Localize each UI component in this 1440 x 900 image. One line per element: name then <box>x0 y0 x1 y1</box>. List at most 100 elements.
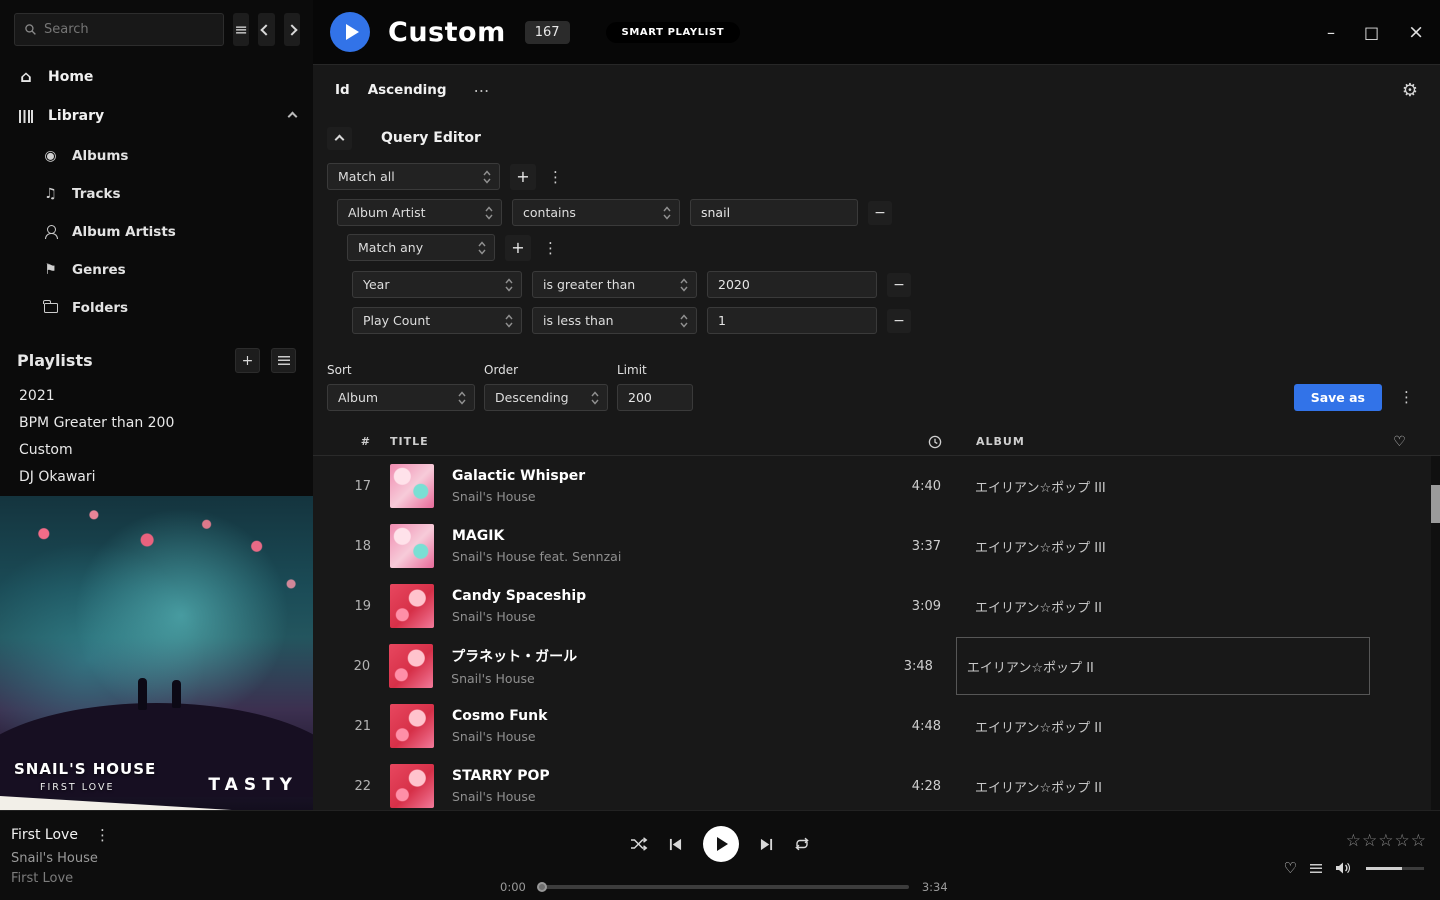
track-row-19[interactable]: 19 Candy SpaceshipSnail's House 3:09 エイリ… <box>313 576 1440 636</box>
column-title[interactable]: TITLE <box>390 435 903 448</box>
rule2-operator-select[interactable]: is greater than <box>532 271 697 298</box>
rule3-field-select[interactable]: Play Count <box>352 307 522 334</box>
column-index[interactable]: # <box>313 435 371 448</box>
track-row-20[interactable]: 20 プラネット・ガールSnail's House 3:48 エイリアン☆ポップ… <box>313 636 1440 696</box>
select-updown-icon <box>663 206 671 220</box>
previous-button[interactable] <box>669 838 682 851</box>
playlist-item-custom[interactable]: Custom <box>0 436 313 463</box>
star-icon[interactable]: ☆ <box>1411 831 1426 851</box>
collapse-library-icon[interactable] <box>288 111 298 121</box>
remove-rule3-button[interactable]: − <box>887 309 911 333</box>
sidebar-item-folders[interactable]: Folders <box>0 289 313 327</box>
scrollbar[interactable] <box>1431 456 1440 810</box>
play-pause-button[interactable] <box>703 826 739 862</box>
track-row-22[interactable]: 22 STARRY POPSnail's House 4:28 エイリアン☆ポッ… <box>313 756 1440 810</box>
add-rule-button[interactable]: + <box>510 164 536 190</box>
sort-field[interactable]: Id <box>335 82 350 98</box>
back-button[interactable] <box>258 13 274 46</box>
now-playing-cover[interactable]: SNAIL'S HOUSE FIRST LOVE TASTY <box>0 496 313 810</box>
sort-label: Sort <box>327 363 475 377</box>
rule-group-menu-icon[interactable]: ⋮ <box>546 168 565 186</box>
close-button[interactable]: × <box>1408 21 1424 43</box>
play-playlist-button[interactable] <box>330 12 370 52</box>
seek-bar[interactable] <box>539 885 909 889</box>
album-art-thumbnail <box>389 644 433 688</box>
sidebar-item-album-artists[interactable]: Album Artists <box>0 213 313 251</box>
track-row-18[interactable]: 18 MAGIKSnail's House feat. Sennzai 3:37… <box>313 516 1440 576</box>
maximize-button[interactable]: □ <box>1364 23 1379 42</box>
limit-input[interactable] <box>617 384 693 411</box>
group-menu-icon[interactable]: ⋮ <box>541 239 560 257</box>
playlists-title: Playlists <box>17 351 224 370</box>
shuffle-button[interactable] <box>630 837 648 851</box>
menu-button[interactable]: ≡ <box>233 13 249 46</box>
track-album-focused[interactable]: エイリアン☆ポップ II <box>967 637 1370 695</box>
forward-button[interactable] <box>284 13 300 46</box>
playlist-item-dj-okawari[interactable]: DJ Okawari <box>0 463 313 490</box>
sort-direction[interactable]: Ascending <box>368 82 447 98</box>
playlist-list-button[interactable] <box>271 348 296 373</box>
rule1-field-select[interactable]: Album Artist <box>337 199 502 226</box>
add-playlist-button[interactable]: + <box>235 348 260 373</box>
track-row-17[interactable]: 17 Galactic WhisperSnail's House 4:40 エイ… <box>313 456 1440 516</box>
minus-icon: − <box>893 313 905 329</box>
group-match-mode-select[interactable]: Match any <box>347 234 495 261</box>
select-updown-icon <box>458 391 466 405</box>
more-icon[interactable]: ⋯ <box>474 81 490 100</box>
sidebar-item-albums[interactable]: ◉ Albums <box>0 137 313 175</box>
queue-icon[interactable] <box>1310 864 1322 873</box>
repeat-button[interactable] <box>794 837 810 851</box>
star-icon[interactable]: ☆ <box>1378 831 1393 851</box>
page-title: Custom <box>388 17 506 48</box>
playlist-item-2021[interactable]: 2021 <box>0 382 313 409</box>
star-icon[interactable]: ☆ <box>1346 831 1361 851</box>
save-as-button[interactable]: Save as <box>1294 384 1382 411</box>
search-input[interactable] <box>44 22 214 37</box>
previous-icon <box>669 838 682 851</box>
search-box[interactable] <box>14 13 224 46</box>
rule2-value-input[interactable] <box>707 271 877 298</box>
volume-icon[interactable] <box>1335 861 1353 875</box>
order-select[interactable]: Descending <box>484 384 608 411</box>
select-updown-icon <box>591 391 599 405</box>
sidebar-item-library[interactable]: Library <box>0 97 313 135</box>
query-editor-title: Query Editor <box>381 130 481 146</box>
remove-rule2-button[interactable]: − <box>887 273 911 297</box>
track-title: STARRY POP <box>452 768 870 784</box>
star-icon[interactable]: ☆ <box>1395 831 1410 851</box>
minus-icon: − <box>874 205 886 221</box>
sidebar-item-tracks[interactable]: ♫ Tracks <box>0 175 313 213</box>
column-duration[interactable] <box>903 435 942 449</box>
sidebar-item-genres[interactable]: ⚑ Genres <box>0 251 313 289</box>
smart-playlist-badge: SMART PLAYLIST <box>606 22 741 43</box>
favorite-heart-icon[interactable]: ♡ <box>1284 859 1297 877</box>
now-playing-menu-icon[interactable]: ⋮ <box>93 826 112 844</box>
save-menu-icon[interactable]: ⋮ <box>1397 388 1416 406</box>
rule1-value-input[interactable] <box>690 199 858 226</box>
column-album[interactable]: ALBUM <box>976 435 1369 448</box>
track-duration: 4:48 <box>870 719 941 734</box>
rule3-value-input[interactable] <box>707 307 877 334</box>
rule2-field-select[interactable]: Year <box>352 271 522 298</box>
match-mode-select[interactable]: Match all <box>327 163 500 190</box>
rule3-operator-select[interactable]: is less than <box>532 307 697 334</box>
track-number: 22 <box>313 779 371 794</box>
clock-icon <box>928 435 942 449</box>
settings-gear-icon[interactable]: ⚙ <box>1402 80 1418 101</box>
remove-rule1-button[interactable]: − <box>868 201 892 225</box>
sidebar-item-home[interactable]: ⌂ Home <box>0 56 313 97</box>
column-favorite[interactable]: ♡ <box>1369 434 1431 450</box>
minimize-button[interactable]: – <box>1327 23 1335 42</box>
add-group-rule-button[interactable]: + <box>505 235 531 261</box>
star-icon[interactable]: ☆ <box>1362 831 1377 851</box>
playlist-item-bpm[interactable]: BPM Greater than 200 <box>0 409 313 436</box>
sort-select[interactable]: Album <box>327 384 475 411</box>
album-cell: エイリアン☆ポップ II <box>975 757 1369 810</box>
track-row-21[interactable]: 21 Cosmo FunkSnail's House 4:48 エイリアン☆ポッ… <box>313 696 1440 756</box>
collapse-query-editor-button[interactable] <box>327 127 352 150</box>
scrollbar-thumb[interactable] <box>1431 485 1440 523</box>
volume-slider[interactable] <box>1366 867 1424 870</box>
rule1-operator-select[interactable]: contains <box>512 199 680 226</box>
next-button[interactable] <box>760 838 773 851</box>
seek-thumb[interactable] <box>537 882 547 892</box>
